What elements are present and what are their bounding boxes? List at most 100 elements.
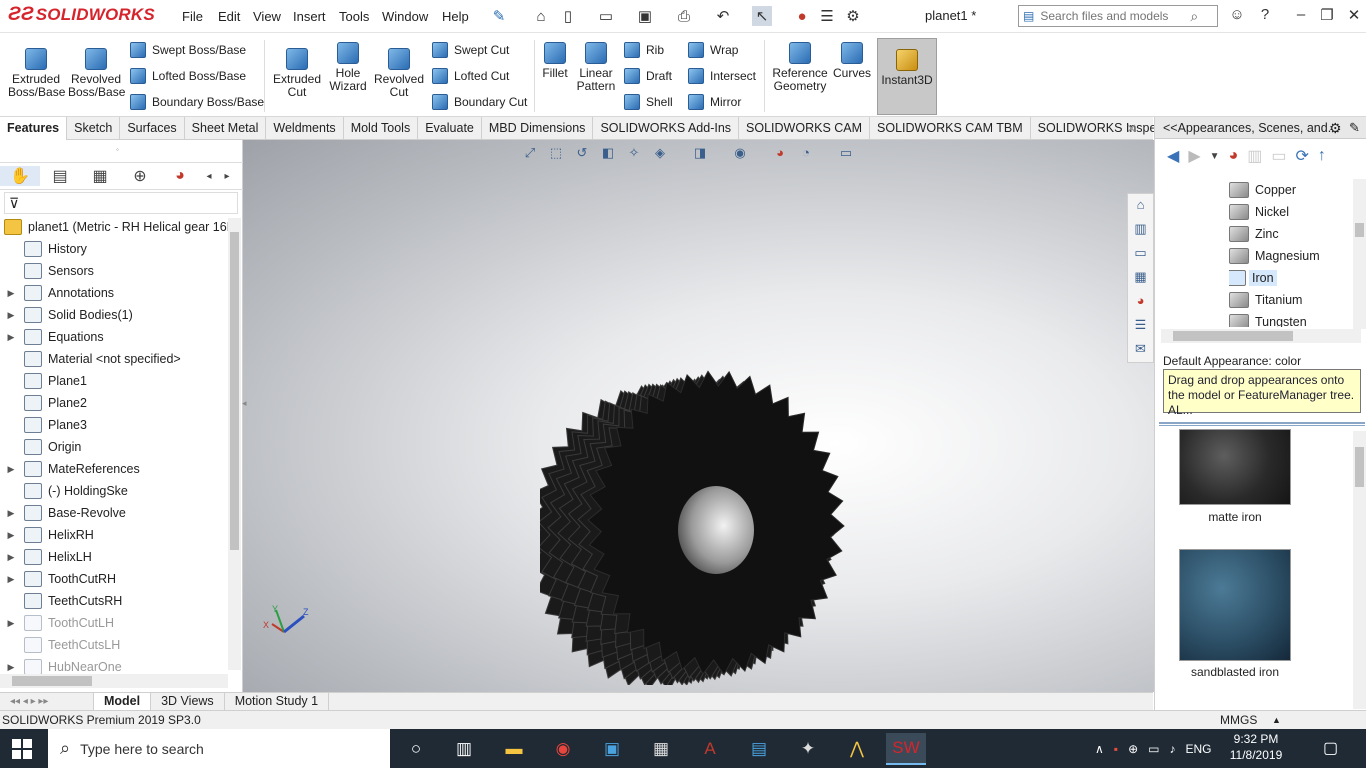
menu-file[interactable]: File [182, 9, 203, 24]
panel-collapse-icon[interactable]: ◂ [242, 398, 247, 409]
design-library-icon[interactable]: ▥ [1131, 221, 1151, 240]
menu-view[interactable]: View [253, 9, 281, 24]
extruded-cut-button[interactable]: Extruded Cut [270, 48, 324, 99]
solidworks-logo[interactable]: ƧƧ SOLIDWORKS [8, 4, 155, 26]
tree-item[interactable]: ▶ Annotations [0, 282, 228, 304]
history-dropdown-icon[interactable]: ▼ [1210, 151, 1220, 162]
expand-arrow-icon[interactable]: ▶ [4, 464, 18, 475]
hide-show-icon[interactable]: ◉ [730, 145, 750, 163]
scrollbar-thumb[interactable] [1173, 331, 1293, 341]
panel-grip-icon[interactable]: ◦ [116, 145, 119, 154]
dimxpert-manager-icon[interactable]: ⊕ [120, 166, 160, 186]
intersect-button[interactable]: Intersect [688, 68, 756, 84]
view-settings-icon[interactable]: ▭ [836, 145, 856, 163]
tab-solidworks-add-ins[interactable]: SOLIDWORKS Add-Ins [593, 117, 740, 140]
tab-mold-tools[interactable]: Mold Tools [344, 117, 419, 140]
tab-features[interactable]: Features [0, 117, 68, 140]
close-tabs-icon[interactable]: ✕ [1126, 121, 1137, 137]
up-folder-icon[interactable]: ↑ [1318, 147, 1326, 165]
fillet-button[interactable]: Fillet [538, 42, 572, 80]
revolved-cut-button[interactable]: Revolved Cut [372, 48, 426, 99]
tab-weldments[interactable]: Weldments [266, 117, 344, 140]
volume-icon[interactable]: ♪ [1169, 742, 1175, 756]
tab-scroll-arrows[interactable]: ◂◂ ◂ ▸ ▸▸ [0, 693, 94, 710]
linear-pattern-button[interactable]: Linear Pattern [574, 42, 618, 93]
mirror-button[interactable]: Mirror [688, 94, 741, 110]
tree-item[interactable]: Origin [0, 436, 228, 458]
user-icon[interactable]: ☺ [1226, 6, 1248, 26]
tree-item[interactable]: TeethCutsRH [0, 590, 228, 612]
matte-iron-swatch[interactable] [1179, 429, 1291, 505]
solidworks-taskbar-icon[interactable]: SW [886, 733, 926, 765]
tab-3d-views[interactable]: 3D Views [151, 693, 225, 710]
revolved-boss-button[interactable]: Revolved Boss/Base [68, 48, 125, 99]
open-icon[interactable]: ▭ [596, 6, 616, 26]
forum-icon[interactable]: ✉ [1131, 341, 1151, 360]
expand-arrow-icon[interactable]: ▶ [4, 332, 18, 343]
tree-item[interactable]: ▶ ToothCutLH [0, 612, 228, 634]
helical-gear-model[interactable] [540, 360, 850, 685]
swept-cut-button[interactable]: Swept Cut [432, 42, 509, 58]
boundary-cut-button[interactable]: Boundary Cut [432, 94, 527, 110]
extruded-boss-button[interactable]: Extruded Boss/Base [8, 48, 65, 99]
pictures-app-icon[interactable]: ▤ [739, 733, 779, 765]
dynamic-annotation-icon[interactable]: ✧ [624, 145, 644, 163]
tab-mbd-dimensions[interactable]: MBD Dimensions [482, 117, 594, 140]
swatch-scrollbar[interactable] [1353, 431, 1366, 709]
swept-boss-button[interactable]: Swept Boss/Base [130, 42, 246, 58]
chrome-icon[interactable]: ◉ [543, 733, 583, 765]
curves-button[interactable]: Curves [832, 42, 872, 80]
new-folder-icon[interactable]: ▭ [1271, 146, 1286, 166]
unit-system[interactable]: MMGS [1220, 711, 1257, 729]
tab-evaluate[interactable]: Evaluate [418, 117, 482, 140]
display-manager-icon[interactable]: ◕ [160, 167, 200, 185]
task-pane-options-icon[interactable]: ⚙ [1329, 120, 1342, 137]
tab-solidworks-cam-tbm[interactable]: SOLIDWORKS CAM TBM [870, 117, 1031, 140]
boundary-boss-button[interactable]: Boundary Boss/Base [130, 94, 264, 110]
cortana-icon[interactable]: ○ [396, 733, 436, 765]
display-icon[interactable]: ▭ [1148, 742, 1159, 756]
expand-arrow-icon[interactable]: ▶ [4, 618, 18, 629]
show-hidden-icons-icon[interactable]: ∧ [1095, 742, 1104, 756]
lofted-cut-button[interactable]: Lofted Cut [432, 68, 509, 84]
taskbar-search-box[interactable]: ⌕ Type here to search [48, 729, 390, 768]
undo-icon[interactable]: ↶ [713, 6, 733, 26]
appearance-folder-item[interactable]: Copper [1229, 179, 1355, 201]
menu-insert[interactable]: Insert [293, 9, 326, 24]
rebuild-icon[interactable]: ● [792, 6, 812, 26]
appearances-tree-icon[interactable]: ◕ [1229, 147, 1239, 165]
expand-arrow-icon[interactable]: ▶ [4, 552, 18, 563]
appearance-folder-item[interactable]: Tungsten [1229, 311, 1355, 327]
tab-model[interactable]: Model [94, 693, 152, 710]
menu-window[interactable]: Window [382, 9, 428, 24]
section-view-icon[interactable]: ◧ [598, 145, 618, 163]
scrollbar-thumb[interactable] [1355, 223, 1364, 237]
tab-sheet-metal[interactable]: Sheet Metal [185, 117, 267, 140]
calculator-icon[interactable]: ▦ [641, 733, 681, 765]
tree-root-part[interactable]: planet1 (Metric - RH Helical gear 16M [0, 216, 228, 238]
tree-item[interactable]: Plane3 [0, 414, 228, 436]
view-orientation-icon[interactable]: ◈ [650, 145, 670, 163]
scrollbar-thumb[interactable] [12, 676, 92, 686]
draft-button[interactable]: Draft [624, 68, 672, 84]
tab-sketch[interactable]: Sketch [67, 117, 121, 140]
tab-surfaces[interactable]: Surfaces [120, 117, 185, 140]
tab-solidworks-cam[interactable]: SOLIDWORKS CAM [739, 117, 871, 140]
expand-arrow-icon[interactable]: ▶ [4, 574, 18, 585]
new-document-icon[interactable]: ▯ [558, 6, 578, 26]
taskbar-clock[interactable]: 9:32 PM 11/8/2019 [1224, 731, 1288, 763]
tree-item[interactable]: Plane2 [0, 392, 228, 414]
expand-arrow-icon[interactable]: ▶ [4, 662, 18, 673]
tree-vertical-scrollbar[interactable] [228, 218, 241, 670]
configuration-manager-icon[interactable]: ▦ [80, 166, 120, 186]
home-icon[interactable]: ⌂ [531, 6, 551, 26]
tree-item[interactable]: (-) HoldingSke [0, 480, 228, 502]
tree-item[interactable]: History [0, 238, 228, 260]
custom-properties-icon[interactable]: ☰ [1131, 317, 1151, 336]
pane-splitter[interactable] [1159, 422, 1365, 426]
file-explorer-taskbar-icon[interactable]: ▬ [494, 733, 534, 765]
appearance-folder-item[interactable]: Titanium [1229, 289, 1355, 311]
appearance-folder-item[interactable]: Iron [1229, 267, 1355, 289]
expand-arrow-icon[interactable]: ▶ [4, 530, 18, 541]
options-gear-icon[interactable]: ⚙ [843, 6, 863, 26]
